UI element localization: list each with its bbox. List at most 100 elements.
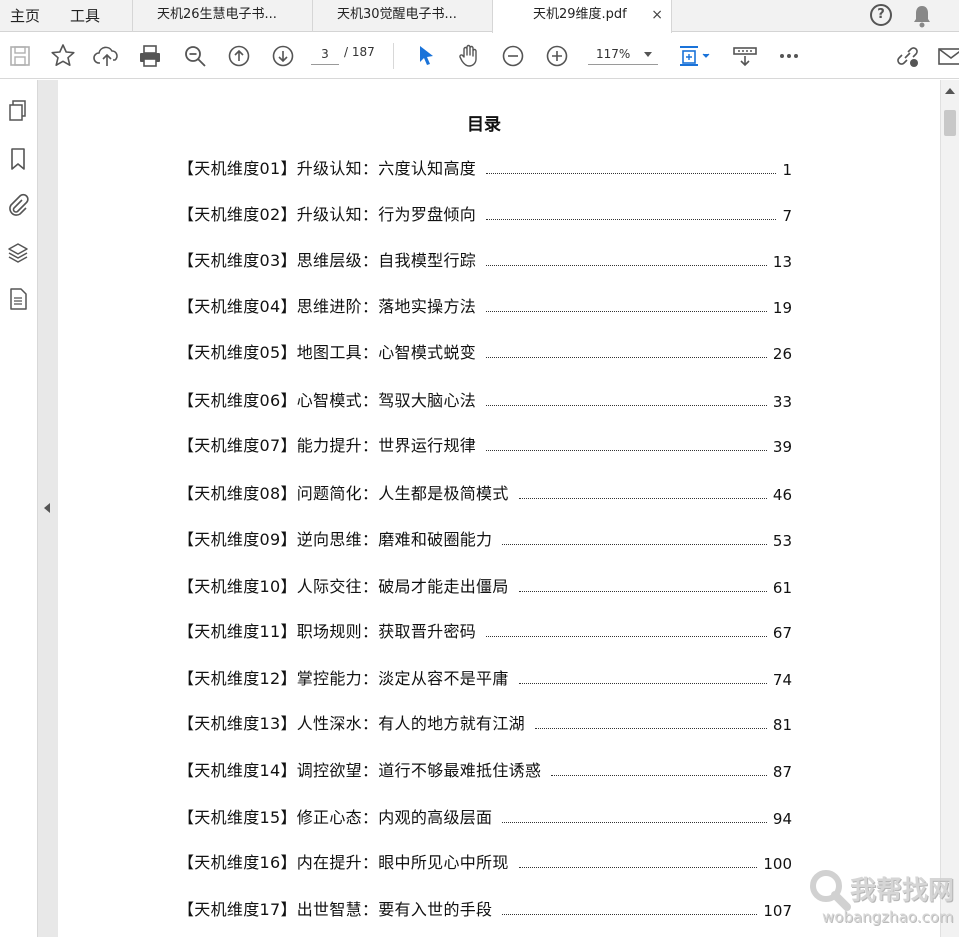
toc-entry-page-number: 94 (772, 810, 792, 828)
toc-entry[interactable]: 【天机维度07】能力提升：世界运行规律 39 (178, 434, 792, 456)
menu-tools[interactable]: 工具 (70, 5, 100, 26)
toc-entry-page-number: 87 (772, 763, 792, 781)
watermark: 我帮找网 wobangzhao.com (806, 866, 956, 932)
zoom-in-icon[interactable] (543, 42, 571, 70)
tab-document-30[interactable]: 天机30觉醒电子书... (312, 0, 492, 32)
zoom-level-value: 117% (596, 47, 631, 61)
attachment-icon[interactable] (5, 192, 31, 218)
tab-bar: 主页 工具 天机26生慧电子书... 天机30觉醒电子书... 天机29维度.p… (0, 0, 959, 33)
toc-entry-title: 【天机维度03】思维层级：自我模型行踪 (178, 251, 477, 270)
fit-page-icon[interactable] (676, 42, 714, 70)
page-thumbnails-icon[interactable] (5, 98, 31, 124)
toc-entry-title: 【天机维度17】出世智慧：要有入世的手段 (178, 900, 493, 919)
toc-entry-title: 【天机维度07】能力提升：世界运行规律 (178, 436, 477, 455)
vertical-scrollbar[interactable] (940, 80, 959, 937)
watermark-url: wobangzhao.com (822, 908, 954, 926)
select-cursor-icon[interactable] (412, 42, 440, 70)
left-navigation-rail (0, 80, 38, 937)
toc-leader-dots (502, 822, 767, 823)
bell-icon[interactable] (910, 3, 934, 29)
toc-leader-dots (486, 405, 767, 406)
layers-icon[interactable] (5, 240, 31, 266)
toc-entry-page-number: 67 (772, 624, 792, 642)
toc-entry[interactable]: 【天机维度16】内在提升：眼中所见心中所现 100 (178, 851, 792, 873)
toc-leader-dots (502, 544, 767, 545)
watermark-main-text: 我帮找网 (850, 876, 955, 906)
toc-entry[interactable]: 【天机维度05】地图工具：心智模式蜕变 26 (178, 341, 792, 363)
toc-entry[interactable]: 【天机维度11】职场规则：获取晋升密码 67 (178, 620, 792, 642)
tab-document-26[interactable]: 天机26生慧电子书... (132, 0, 312, 32)
print-icon[interactable] (136, 42, 164, 70)
expand-panel-icon[interactable] (44, 503, 50, 513)
toc-leader-dots (486, 173, 777, 174)
scroll-up-arrow-icon[interactable] (945, 88, 955, 94)
toc-entry-title: 【天机维度12】掌控能力：淡定从容不是平庸 (178, 669, 509, 688)
zoom-level-select[interactable]: 117% (588, 43, 658, 65)
toc-entry-page-number: 53 (772, 532, 792, 550)
toc-entry[interactable]: 【天机维度03】思维层级：自我模型行踪 13 (178, 249, 792, 271)
toc-leader-dots (486, 450, 767, 451)
hand-tool-icon[interactable] (455, 42, 483, 70)
help-icon[interactable]: ? (870, 4, 892, 26)
star-icon[interactable] (49, 42, 77, 70)
toc-entry[interactable]: 【天机维度09】逆向思维：磨难和破圈能力 53 (178, 528, 792, 550)
toc-entry[interactable]: 【天机维度02】升级认知：行为罗盘倾向 7 (178, 203, 792, 225)
toc-entry-title: 【天机维度11】职场规则：获取晋升密码 (178, 622, 477, 641)
toc-leader-dots (486, 636, 767, 637)
toc-entry-page-number: 107 (763, 902, 792, 920)
toc-leader-dots (534, 728, 767, 729)
toc-entry-page-number: 46 (772, 486, 792, 504)
toc-entry[interactable]: 【天机维度14】调控欲望：道行不够最难抵住诱惑 87 (178, 759, 792, 781)
toolbar-divider (393, 43, 394, 69)
toc-entry-page-number: 39 (772, 438, 792, 456)
toc-entry-page-number: 61 (772, 579, 792, 597)
toc-entry[interactable]: 【天机维度15】修正心态：内观的高级层面 94 (178, 806, 792, 828)
toc-entry-page-number: 81 (772, 716, 792, 734)
toc-entry[interactable]: 【天机维度12】掌控能力：淡定从容不是平庸 74 (178, 667, 792, 689)
menu-home[interactable]: 主页 (10, 5, 40, 26)
toc-leader-dots (486, 357, 767, 358)
previous-page-icon[interactable] (225, 42, 253, 70)
toc-leader-dots (486, 265, 767, 266)
toc-entry-page-number: 26 (772, 345, 792, 363)
toc-entry-page-number: 13 (772, 253, 792, 271)
toc-entry[interactable]: 【天机维度10】人际交往：破局才能走出僵局 61 (178, 575, 792, 597)
zoom-out-search-icon[interactable] (181, 42, 209, 70)
save-icon[interactable] (6, 42, 34, 70)
toc-entry[interactable]: 【天机维度01】升级认知：六度认知高度 1 (178, 157, 792, 179)
toc-leader-dots (502, 914, 758, 915)
toc-entry-title: 【天机维度09】逆向思维：磨难和破圈能力 (178, 530, 493, 549)
toc-entry-title: 【天机维度10】人际交往：破局才能走出僵局 (178, 577, 509, 596)
tab-document-29[interactable]: 天机29维度.pdf × (492, 0, 672, 33)
scroll-mode-icon[interactable] (731, 42, 759, 70)
toc-leader-dots (486, 219, 777, 220)
toc-leader-dots (518, 498, 767, 499)
zoom-out-icon[interactable] (499, 42, 527, 70)
toc-entry-title: 【天机维度05】地图工具：心智模式蜕变 (178, 343, 477, 362)
document-page: 目录 【天机维度01】升级认知：六度认知高度 1 【天机维度02】升级认知：行为罗盘… (58, 80, 940, 937)
toc-entry[interactable]: 【天机维度08】问题简化：人生都是极简模式 46 (178, 482, 792, 504)
toc-entry[interactable]: 【天机维度04】思维进阶：落地实操方法 19 (178, 295, 792, 317)
toc-entry-title: 【天机维度14】调控欲望：道行不够最难抵住诱惑 (178, 761, 542, 780)
scroll-thumb[interactable] (944, 110, 956, 136)
toc-entry-page-number: 7 (782, 207, 792, 225)
chevron-down-icon (644, 52, 652, 57)
toc-entry[interactable]: 【天机维度06】心智模式：驾驭大脑心法 33 (178, 389, 792, 411)
toc-entry[interactable]: 【天机维度17】出世智慧：要有入世的手段 107 (178, 898, 792, 920)
toc-leader-dots (518, 867, 758, 868)
toolbar: 3 / 187 117% (0, 33, 959, 79)
page-number-input[interactable]: 3 (311, 43, 339, 65)
share-link-icon[interactable] (893, 42, 921, 70)
document-content-icon[interactable] (5, 286, 31, 312)
email-icon[interactable] (936, 42, 959, 70)
toc-entry-title: 【天机维度06】心智模式：驾驭大脑心法 (178, 391, 477, 410)
toc-entry-title: 【天机维度04】思维进阶：落地实操方法 (178, 297, 477, 316)
bookmark-icon[interactable] (5, 146, 31, 172)
toc-entry-title: 【天机维度02】升级认知：行为罗盘倾向 (178, 205, 477, 224)
close-tab-icon[interactable]: × (651, 0, 663, 30)
toc-leader-dots (518, 683, 767, 684)
next-page-icon[interactable] (269, 42, 297, 70)
more-options-icon[interactable] (775, 42, 803, 70)
toc-entry[interactable]: 【天机维度13】人性深水：有人的地方就有江湖 81 (178, 712, 792, 734)
cloud-upload-icon[interactable] (93, 42, 121, 70)
